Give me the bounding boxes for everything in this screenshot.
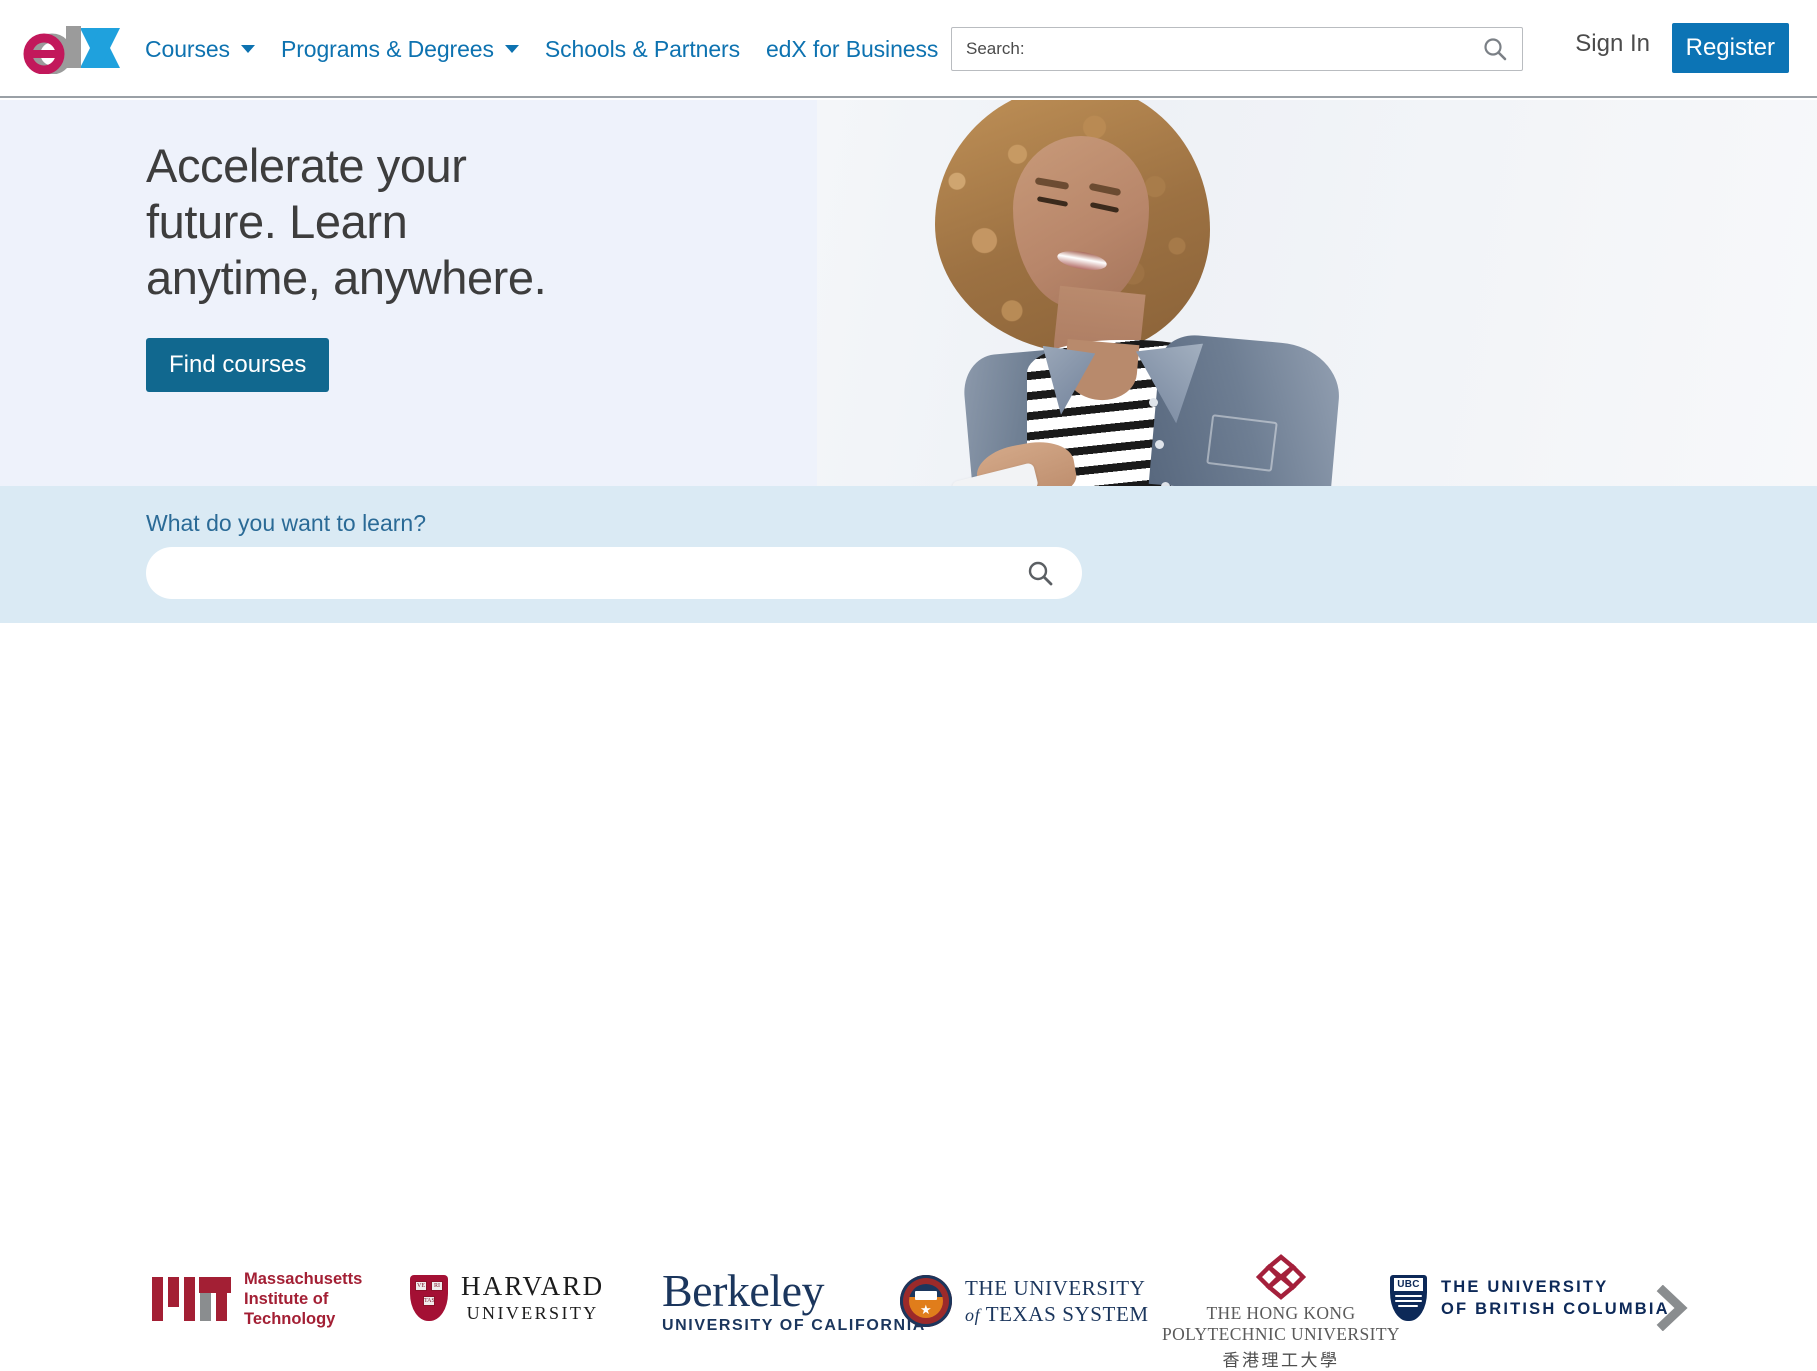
site-header: Courses Programs & Degrees Schools & Par… bbox=[0, 0, 1817, 98]
header-search-box[interactable] bbox=[951, 27, 1523, 71]
hk-polyu-line-3: 香港理工大學 bbox=[1222, 1351, 1340, 1370]
ubc-wordmark: THE UNIVERSITY OF BRITISH COLUMBIA bbox=[1441, 1276, 1670, 1320]
harvard-book-2: RI bbox=[431, 1280, 443, 1291]
partner-logo-ut-system[interactable]: ★ THE UNIVERSITY of TEXAS SYSTEM bbox=[900, 1275, 1149, 1327]
course-search-band: What do you want to learn? bbox=[0, 486, 1817, 623]
hero-section: Accelerate your future. Learn anytime, a… bbox=[0, 100, 1817, 486]
nav-item-label: edX for Business bbox=[765, 35, 939, 62]
ut-system-line-1: THE UNIVERSITY bbox=[965, 1275, 1146, 1300]
search-icon[interactable] bbox=[1026, 559, 1054, 587]
ut-system-wordmark: THE UNIVERSITY of TEXAS SYSTEM bbox=[965, 1276, 1149, 1327]
harvard-book-1: VE bbox=[415, 1280, 427, 1291]
chevron-down-icon bbox=[240, 45, 255, 53]
hero-headline-line-2: future. Learn bbox=[146, 195, 408, 248]
nav-item-programs-degrees[interactable]: Programs & Degrees bbox=[281, 36, 545, 63]
partner-logo-mit[interactable]: Massachusetts Institute of Technology bbox=[152, 1269, 362, 1329]
register-button[interactable]: Register bbox=[1671, 23, 1789, 73]
partner-logo-ubc[interactable]: UBC THE UNIVERSITY OF BRITISH COLUMBIA bbox=[1390, 1275, 1670, 1321]
ut-system-of: of bbox=[965, 1304, 981, 1325]
nav-item-edx-for-business[interactable]: edX for Business bbox=[766, 36, 964, 63]
ubc-shield-icon: UBC bbox=[1390, 1275, 1427, 1321]
main-nav: Courses Programs & Degrees Schools & Par… bbox=[145, 0, 964, 98]
header-search-input[interactable] bbox=[952, 28, 1482, 70]
ubc-line-2: OF BRITISH COLUMBIA bbox=[1441, 1300, 1670, 1318]
find-courses-button[interactable]: Find courses bbox=[146, 338, 330, 392]
hero-text-block: Accelerate your future. Learn anytime, a… bbox=[146, 138, 547, 392]
course-search-input[interactable] bbox=[146, 547, 1026, 599]
harvard-line-2: UNIVERSITY bbox=[466, 1303, 599, 1323]
berkeley-wordmark: Berkeley bbox=[662, 1265, 825, 1316]
nav-item-schools-partners[interactable]: Schools & Partners bbox=[545, 36, 766, 63]
partner-logo-carousel: Massachusetts Institute of Technology VE… bbox=[0, 623, 1817, 1370]
harvard-wordmark: HARVARD UNIVERSITY bbox=[461, 1271, 604, 1324]
ubc-badge: UBC bbox=[1394, 1278, 1423, 1291]
berkeley-subtitle: UNIVERSITY OF CALIFORNIA bbox=[662, 1317, 926, 1334]
course-search-box[interactable] bbox=[146, 547, 1082, 599]
mit-line-3: Technology bbox=[244, 1310, 336, 1328]
harvard-book-3: TAS bbox=[423, 1295, 435, 1306]
hero-image-button bbox=[1155, 440, 1164, 449]
edx-logo[interactable] bbox=[22, 24, 120, 75]
nav-item-label: Courses bbox=[145, 35, 230, 62]
partner-logo-hk-polyu[interactable]: THE HONG KONG POLYTECHNIC UNIVERSITY 香港理… bbox=[1162, 1251, 1400, 1371]
ubc-line-1: THE UNIVERSITY bbox=[1441, 1278, 1609, 1296]
harvard-line-1: HARVARD bbox=[461, 1271, 605, 1301]
chevron-down-icon bbox=[504, 45, 519, 53]
hero-headline-line-3: anytime, anywhere. bbox=[146, 251, 547, 304]
hk-polyu-wordmark: THE HONG KONG POLYTECHNIC UNIVERSITY 香港理… bbox=[1162, 1301, 1400, 1371]
hero-image-button bbox=[1149, 398, 1158, 407]
search-icon[interactable] bbox=[1482, 36, 1508, 62]
chevron-right-icon bbox=[1656, 1284, 1688, 1332]
course-search-label: What do you want to learn? bbox=[146, 510, 426, 536]
edx-logo-icon bbox=[23, 26, 120, 75]
hero-headline-line-1: Accelerate your bbox=[146, 139, 467, 192]
hk-polyu-line-2: POLYTECHNIC UNIVERSITY bbox=[1162, 1324, 1400, 1344]
ut-system-texas-system: TEXAS SYSTEM bbox=[985, 1301, 1149, 1326]
hero-image-jacket-pocket bbox=[1206, 414, 1278, 472]
carousel-next-button[interactable] bbox=[1655, 1284, 1689, 1336]
ut-system-line-2: of TEXAS SYSTEM bbox=[965, 1302, 1149, 1327]
hk-polyu-line-1: THE HONG KONG bbox=[1206, 1303, 1356, 1323]
hero-image bbox=[817, 100, 1817, 486]
ut-system-seal-icon: ★ bbox=[900, 1275, 952, 1327]
mit-logo-wordmark: Massachusetts Institute of Technology bbox=[244, 1269, 362, 1329]
partner-logo-harvard[interactable]: VE RI TAS HARVARD UNIVERSITY bbox=[410, 1271, 604, 1324]
mit-line-1: Massachusetts bbox=[244, 1270, 363, 1288]
partner-logo-berkeley[interactable]: Berkeley UNIVERSITY OF CALIFORNIA bbox=[662, 1268, 926, 1335]
nav-item-label: Programs & Degrees bbox=[280, 35, 494, 62]
harvard-shield-icon: VE RI TAS bbox=[410, 1274, 448, 1321]
nav-item-label: Schools & Partners bbox=[544, 35, 740, 62]
hero-headline: Accelerate your future. Learn anytime, a… bbox=[146, 138, 547, 306]
hk-polyu-knot-icon bbox=[1255, 1254, 1307, 1300]
sign-in-link[interactable]: Sign In bbox=[1575, 30, 1650, 58]
mit-line-2: Institute of bbox=[244, 1290, 329, 1308]
mit-logo-icon bbox=[152, 1277, 231, 1321]
nav-item-courses[interactable]: Courses bbox=[145, 36, 281, 63]
